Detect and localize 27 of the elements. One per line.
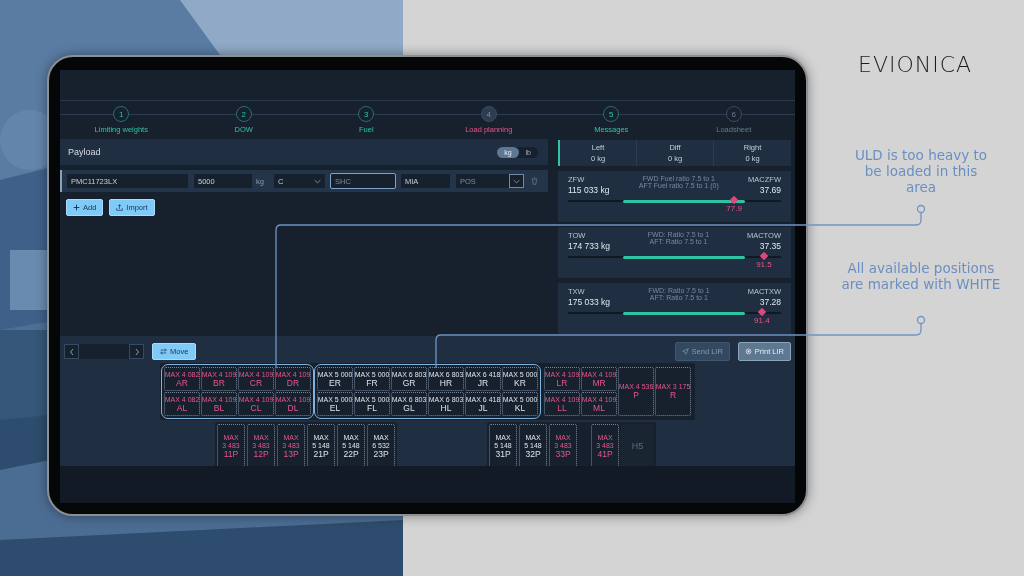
mac-value: 37.35	[759, 241, 781, 251]
position-input[interactable]	[79, 344, 129, 359]
chevron-right-icon	[133, 347, 140, 356]
next-button[interactable]	[129, 344, 144, 359]
weight-value: 115 033 kg	[568, 185, 610, 195]
trash-icon[interactable]	[531, 177, 538, 185]
chevron-icon	[314, 178, 321, 184]
upload-icon	[116, 204, 124, 211]
plus-icon	[73, 204, 80, 211]
balance-reading: 91.5	[756, 260, 772, 269]
balance-reading: 91.4	[754, 316, 770, 325]
weight-value: 174 733 kg	[568, 241, 611, 251]
brand-logo: EVIONICA	[858, 52, 973, 77]
send-icon	[681, 348, 689, 355]
balance-reading: 77.9	[726, 204, 742, 213]
mac-value: 37.28	[759, 297, 781, 307]
blocked-position: H5	[621, 424, 654, 468]
swap-icon	[160, 348, 167, 355]
previous-button[interactable]	[64, 344, 79, 359]
payload-title: Payload	[68, 147, 101, 157]
callout-text: All available positions are marked with WHITE	[840, 260, 1002, 292]
mac-value: 37.69	[759, 185, 781, 195]
weight-value: 175 033 kg	[568, 297, 611, 307]
chevron-left-icon	[68, 347, 75, 356]
chevron-icon	[513, 178, 520, 184]
callout-text: ULD is too heavy to be loaded in this area	[853, 147, 989, 195]
print-icon	[744, 348, 752, 355]
